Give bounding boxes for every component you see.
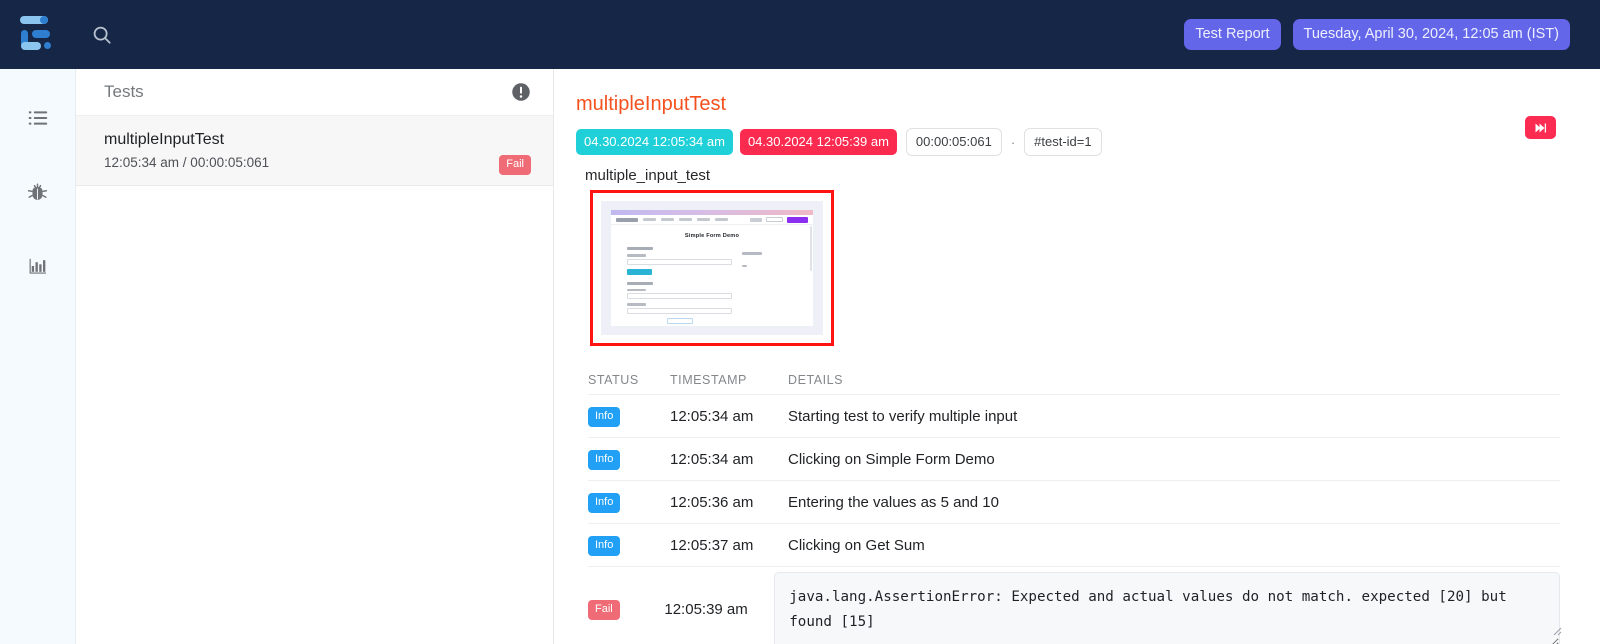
icon-rail [0,69,76,644]
screenshot-thumbnail-inner: Simple Form Demo [601,201,823,335]
skip-forward-icon [1535,123,1547,132]
column-header-status: STATUS [588,373,639,387]
snapshot-label: multiple_input_test [585,167,711,184]
preview-nav-link [679,218,692,221]
test-list-item-main: multipleInputTest 12:05:34 am / 00:00:05… [104,129,531,185]
table-row: Info 12:05:37 am Clicking on Get Sum [588,523,1560,566]
skip-forward-button[interactable] [1525,116,1556,139]
sidebar-item-tests[interactable] [15,95,61,141]
log-details-cell: Clicking on Get Sum [788,536,925,554]
start-time-badge: 04.30.2024 12:05:34 am [576,129,733,155]
preview-field-label [627,288,646,291]
status-badge: Info [588,406,621,427]
report-date-badge: Tuesday, April 30, 2024, 12:05 am (IST) [1292,18,1570,51]
end-time-badge: 04.30.2024 12:05:39 am [739,129,897,155]
bar-chart-icon [29,258,46,274]
test-meta-row: 04.30.2024 12:05:34 am 04.30.2024 12:05:… [576,116,1566,156]
sidebar-item-issues[interactable] [15,169,61,215]
preview-scrollbar [810,226,812,271]
alert-circle-icon[interactable] [511,82,531,102]
logo-dot-top [40,15,48,24]
preview-nav-link [697,218,710,221]
preview-form-right [732,247,797,324]
table-row: Info 12:05:34 am Clicking on Simple Form… [588,437,1560,480]
log-details-cell: Entering the values as 5 and 10 [788,493,999,511]
log-timestamp-cell: 12:05:34 am [670,450,754,468]
app-logo[interactable] [0,0,76,69]
page-title: multipleInputTest [576,93,727,115]
log-status-cell: Info [588,449,670,470]
log-table: STATUS TIMESTAMP DETAILS Info 12:05:34 a… [588,366,1562,644]
status-badge: Fail [499,155,531,175]
preview-result-value [742,264,748,267]
test-id-badge: #test-id=1 [1024,128,1102,156]
preview-get-sum-button [666,317,693,324]
preview-submit-button [627,268,652,275]
test-list-item[interactable]: multipleInputTest 12:05:34 am / 00:00:05… [76,116,553,186]
table-row: Info 12:05:36 am Entering the values as … [588,480,1560,523]
preview-text-input [627,293,733,299]
logo-bar-middle [32,29,50,38]
preview-section-heading [627,247,653,250]
test-list-item-name: multipleInputTest [104,131,225,148]
preview-field-label [627,254,646,257]
logo-bar-bottom [21,41,41,50]
status-badge: Info [588,535,621,556]
preview-text-input [627,307,733,314]
sidebar-item-analytics[interactable] [15,243,61,289]
log-table-header: STATUS TIMESTAMP DETAILS [588,366,1560,394]
list-icon [28,111,47,125]
log-status-cell: Info [588,535,670,556]
table-row: Info 12:05:34 am Starting test to verify… [588,394,1560,437]
preview-text-input [627,258,733,265]
preview-nav-link [661,218,674,221]
column-header-timestamp: TIMESTAMP [670,373,747,387]
preview-secondary-button [766,217,783,222]
screenshot-thumbnail[interactable]: Simple Form Demo [590,190,834,346]
preview-form-left [627,247,733,324]
preview-form [611,239,813,324]
preview-primary-button [787,216,808,223]
screenshot-page-preview: Simple Form Demo [611,210,813,326]
preview-logo-icon [616,217,638,222]
table-row: Fail 12:05:39 am java.lang.AssertionErro… [588,566,1562,644]
log-status-cell: Info [588,492,670,513]
log-timestamp-cell: 12:05:34 am [670,407,754,425]
tests-panel-title: Tests [104,82,144,101]
test-list-item-meta: 12:05:34 am / 00:00:05:061 [104,155,270,170]
test-report-button[interactable]: Test Report [1184,18,1281,51]
bug-icon [27,182,48,200]
status-badge: Info [588,492,621,513]
preview-login-button [750,217,762,222]
preview-navbar [611,215,813,225]
log-details-cell: Clicking on Simple Form Demo [788,450,995,468]
log-status-cell: Info [588,406,670,427]
status-badge: Info [588,449,621,470]
preview-field-label [627,303,646,306]
search-icon [93,26,111,44]
log-timestamp-cell: 12:05:39 am [664,601,748,618]
log-timestamp-cell: 12:05:37 am [670,536,754,554]
tests-panel-header: Tests [76,69,553,116]
column-header-details: DETAILS [788,373,844,387]
preview-nav-link [643,218,656,221]
status-badge: Fail [588,600,620,620]
meta-separator: · [1010,134,1016,150]
logo-mark-icon [18,14,58,56]
error-stacktrace-textarea[interactable]: java.lang.AssertionError: Expected and a… [774,571,1560,644]
log-details-cell: Starting test to verify multiple input [788,407,1018,425]
preview-section-heading [627,281,653,285]
search-button[interactable] [76,0,128,69]
duration-badge: 00:00:05:061 [905,128,1002,156]
log-timestamp-cell: 12:05:36 am [670,493,754,511]
preview-nav-link [715,218,728,221]
logo-dot-bottom [44,41,51,49]
tests-panel: Tests multipleInputTest 12:05:34 am / 00… [76,69,554,644]
test-detail-pane: multipleInputTest 04.30.2024 12:05:34 am… [554,69,1600,644]
top-bar: Test Report Tuesday, April 30, 2024, 12:… [0,0,1600,69]
log-status-cell: Fail [588,599,664,620]
preview-message-label [742,252,763,255]
